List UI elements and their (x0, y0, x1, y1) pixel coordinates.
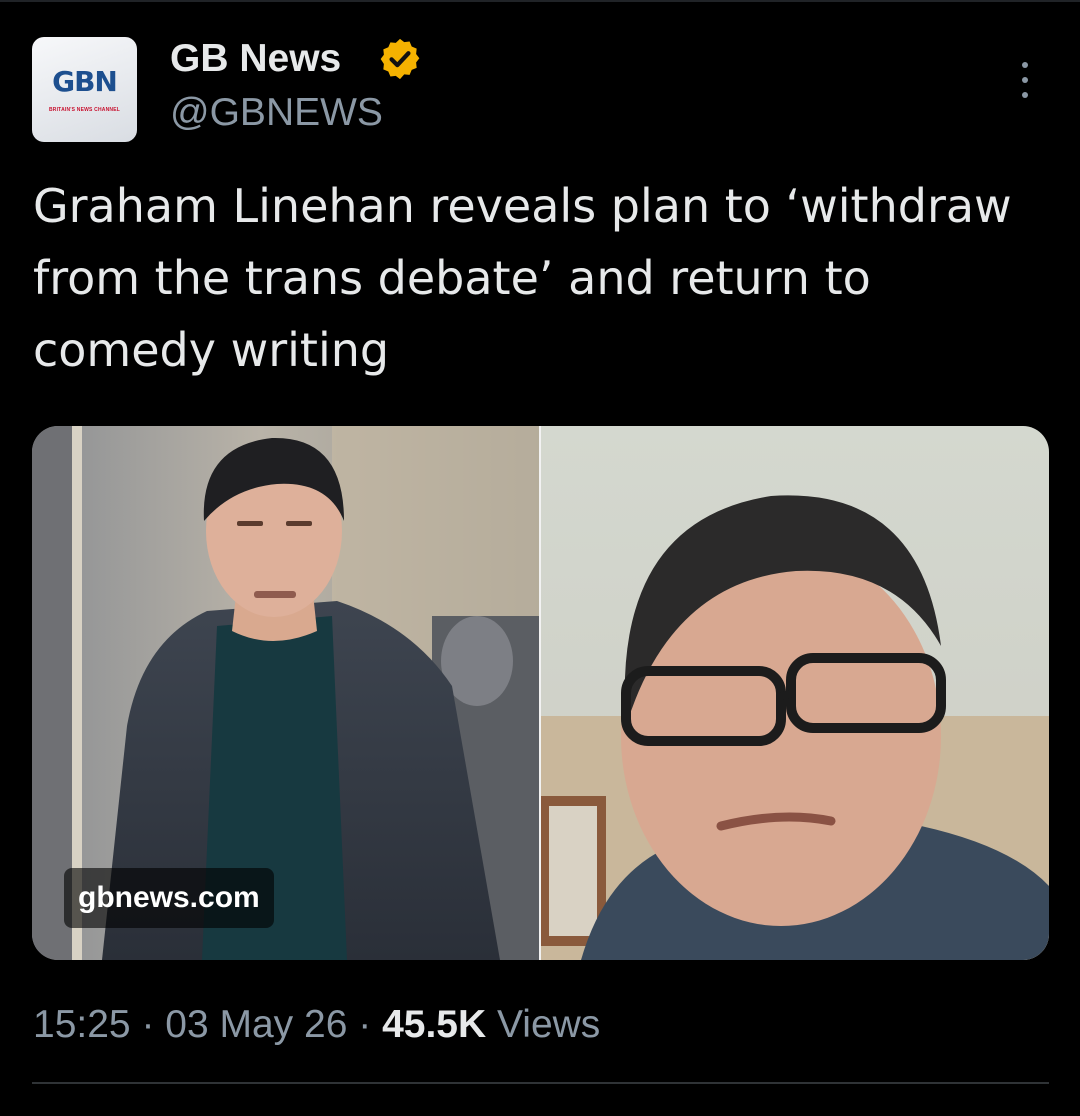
more-vertical-icon (1022, 62, 1028, 68)
bottom-divider (32, 1082, 1049, 1084)
tweet-text: Graham Linehan reveals plan to ‘withdraw… (33, 179, 1012, 377)
tweet-date[interactable]: 03 May 26 (165, 1003, 347, 1046)
verified-badge-icon (380, 38, 420, 80)
link-source-pill[interactable]: gbnews.com (64, 868, 274, 928)
meta-separator: · (130, 1003, 166, 1046)
logo-text: GBN (52, 65, 118, 98)
views-count[interactable]: 45.5K (382, 1003, 486, 1046)
display-name[interactable]: GB News (170, 36, 341, 82)
meta-separator: · (347, 1003, 383, 1046)
more-options-button[interactable] (1010, 60, 1040, 100)
tweet-time[interactable]: 15:25 (33, 1003, 131, 1046)
more-dot (1022, 92, 1028, 98)
user-handle[interactable]: @GBNEWS (170, 90, 383, 136)
avatar[interactable]: GBN BRITAIN'S NEWS CHANNEL (32, 37, 137, 142)
logo-tagline: BRITAIN'S NEWS CHANNEL (48, 107, 121, 113)
gb-news-logo: GBN (38, 65, 131, 98)
more-dot (1022, 77, 1028, 83)
views-label: Views (486, 1003, 601, 1046)
link-source-text: gbnews.com (78, 881, 260, 914)
photo-right[interactable] (541, 426, 1049, 960)
top-divider (0, 0, 1080, 2)
tweet-media[interactable]: gbnews.com (32, 426, 1049, 960)
tweet-meta: 15:25 · 03 May 26 · 45.5K Views (33, 1000, 600, 1050)
